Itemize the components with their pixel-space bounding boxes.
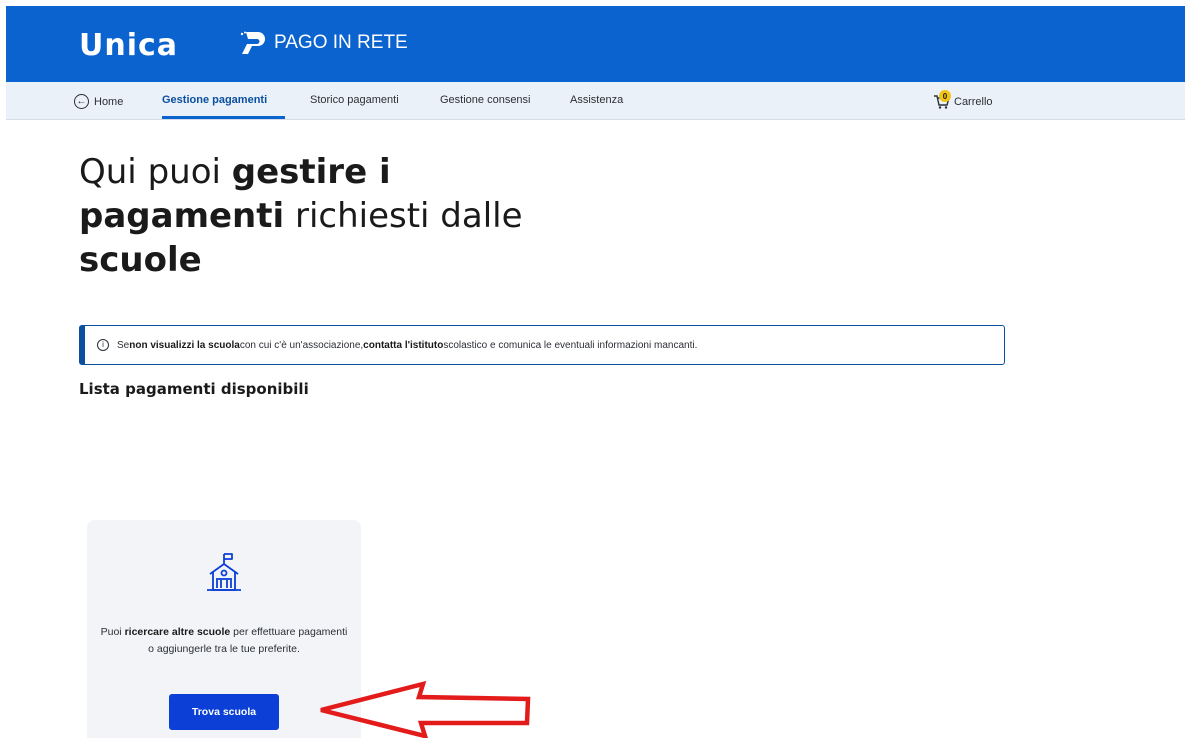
back-arrow-icon: ←	[74, 94, 89, 109]
find-school-button[interactable]: Trova scuola	[169, 694, 279, 730]
main-nav: ← Home Gestione pagamenti Storico pagame…	[6, 82, 1185, 120]
pago-in-rete-logo[interactable]: PAGO IN RETE	[238, 30, 408, 56]
cart-label: Carrello	[954, 96, 993, 108]
nav-gestione-consensi[interactable]: Gestione consensi	[440, 94, 531, 106]
app-header: Unica PAGO IN RETE	[6, 6, 1185, 82]
service-name: PAGO IN RETE	[274, 32, 408, 53]
nav-home[interactable]: ← Home	[74, 94, 123, 109]
info-icon: i	[97, 339, 109, 351]
nav-cart[interactable]: 0 Carrello	[932, 90, 993, 110]
unica-logo[interactable]: Unica	[79, 28, 178, 63]
active-tab-indicator	[162, 116, 285, 119]
nav-storico-pagamenti[interactable]: Storico pagamenti	[310, 94, 399, 106]
nav-gestione-pagamenti[interactable]: Gestione pagamenti	[162, 94, 267, 106]
nav-home-label: Home	[94, 95, 124, 108]
card-description: Puoi ricercare altre scuole per effettua…	[100, 626, 348, 655]
red-arrow-annotation	[320, 680, 531, 738]
info-alert: i Se non visualizzi la scuola con cui c'…	[79, 325, 1005, 365]
cart-icon: 0	[932, 90, 952, 110]
page-title: Qui puoi gestire i pagamenti richiesti d…	[79, 152, 523, 280]
school-building-icon	[207, 553, 241, 591]
cart-count-badge: 0	[939, 90, 951, 102]
pago-p-icon	[240, 31, 265, 54]
nav-assistenza[interactable]: Assistenza	[570, 94, 623, 106]
payments-list-title: Lista pagamenti disponibili	[79, 380, 309, 398]
